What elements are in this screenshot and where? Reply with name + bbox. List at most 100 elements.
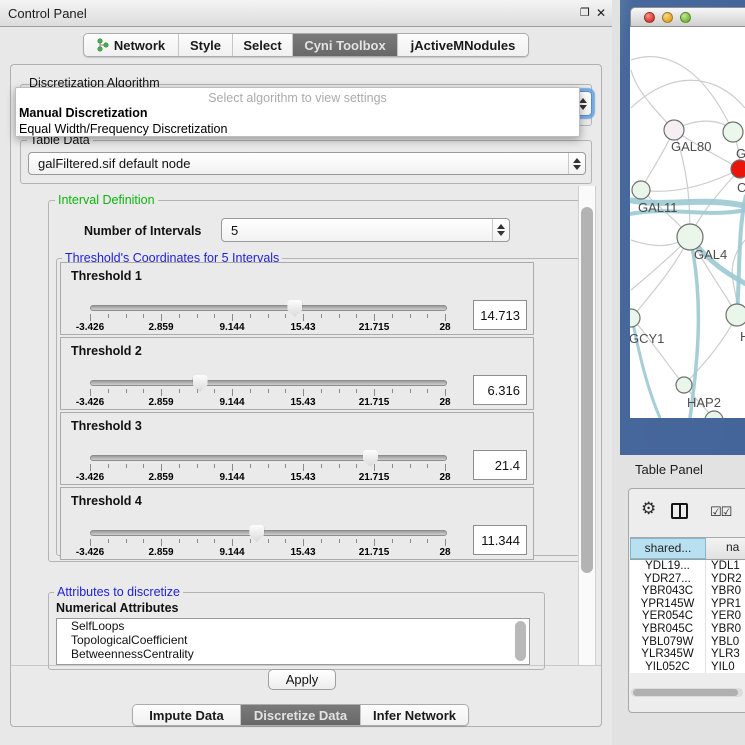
- slider-tick: [427, 389, 428, 393]
- list-scrollbar-thumb[interactable]: [515, 621, 526, 661]
- slider-tick: [90, 314, 91, 321]
- threshold-title: Threshold 1: [71, 269, 142, 283]
- column-header-name[interactable]: na: [706, 538, 745, 559]
- zoom-traffic-light-icon[interactable]: [680, 12, 691, 23]
- threshold-panel: Threshold 3-3.4262.8599.14415.4321.71528…: [60, 412, 534, 485]
- attribute-list-item[interactable]: SelfLoops: [57, 619, 529, 633]
- slider-tick: [108, 464, 109, 468]
- column-header-shared-name[interactable]: shared...: [630, 538, 706, 559]
- tab-network[interactable]: Network: [84, 34, 179, 56]
- cell-shared-name: YDL19...: [630, 560, 706, 573]
- slider-thumb-icon[interactable]: [287, 300, 302, 317]
- slider-thumb-icon[interactable]: [363, 450, 378, 467]
- numerical-attributes-list[interactable]: SelfLoopsTopologicalCoefficientBetweenne…: [56, 618, 530, 665]
- tab-label: Network: [114, 38, 165, 53]
- popup-algorithm-item[interactable]: Manual Discretization: [16, 105, 579, 121]
- slider-tick: [374, 539, 375, 546]
- slider-tick: [90, 464, 91, 471]
- tab-label: Style: [190, 38, 221, 53]
- slider-tick-label: 9.144: [219, 322, 244, 333]
- table-row[interactable]: YDL19...YDL1: [630, 560, 745, 573]
- network-node[interactable]: [632, 181, 650, 199]
- slider-tick: [321, 314, 322, 318]
- network-node-label: GA: [736, 146, 745, 161]
- tab-cyni-toolbox[interactable]: Cyni Toolbox: [293, 34, 398, 56]
- slider-tick-label: 15.43: [290, 322, 315, 333]
- close-icon[interactable]: ✕: [596, 7, 606, 19]
- screen: Control Panel ❐ ✕ Network Style Select C…: [0, 0, 745, 745]
- tab-jactivemnodules[interactable]: jActiveMNodules: [398, 34, 528, 56]
- table-row[interactable]: YIL052CYIL0: [630, 661, 745, 674]
- slider-thumb-icon[interactable]: [249, 525, 264, 542]
- table-row[interactable]: YPR145WYPR1: [630, 598, 745, 611]
- tab-label: Infer Network: [373, 708, 456, 723]
- network-node[interactable]: [630, 309, 640, 327]
- table-row[interactable]: YER054CYER0: [630, 610, 745, 623]
- network-node-label: GCY1: [630, 331, 664, 346]
- network-node[interactable]: [731, 160, 745, 178]
- network-canvas[interactable]: GAL80GACGAL11GAL4GCY1HHAP2: [630, 27, 745, 418]
- network-node[interactable]: [664, 120, 684, 140]
- apply-button[interactable]: Apply: [268, 669, 336, 690]
- threshold-value-field[interactable]: 6.316: [473, 375, 527, 405]
- slider-tick-label: 9.144: [219, 397, 244, 408]
- slider-tick: [392, 539, 393, 543]
- cell-shared-name: YBR043C: [630, 585, 706, 598]
- table-header-row: shared... na: [630, 537, 745, 560]
- gear-icon[interactable]: ⚙: [641, 500, 656, 517]
- popup-algorithm-item[interactable]: Equal Width/Frequency Discretization: [16, 121, 579, 137]
- slider-tick: [197, 389, 198, 393]
- slider-tick: [143, 314, 144, 318]
- tab-discretize-data[interactable]: Discretize Data: [241, 705, 361, 725]
- table-row[interactable]: YBR045CYBR0: [630, 623, 745, 636]
- tab-impute-data[interactable]: Impute Data: [133, 705, 241, 725]
- network-node[interactable]: [723, 122, 743, 142]
- slider-tick-label: 15.43: [290, 547, 315, 558]
- minimize-traffic-light-icon[interactable]: [662, 12, 673, 23]
- slider-tick: [214, 539, 215, 543]
- slider-tick: [392, 314, 393, 318]
- checkbox-pair-icon[interactable]: ☑☑: [710, 504, 731, 520]
- threshold-value-field[interactable]: 14.713: [473, 300, 527, 330]
- panel-scrollbar-thumb[interactable]: [581, 207, 593, 573]
- network-node[interactable]: [726, 304, 745, 326]
- tab-label: Cyni Toolbox: [304, 38, 385, 53]
- slider-track[interactable]: [90, 380, 447, 386]
- top-tab-bar: Network Style Select Cyni Toolbox jActiv…: [83, 33, 529, 57]
- column-layout-icon[interactable]: [671, 503, 688, 519]
- numerical-attributes-label: Numerical Attributes: [56, 601, 178, 615]
- close-traffic-light-icon[interactable]: [644, 12, 655, 23]
- slider-tick: [268, 539, 269, 543]
- table-row[interactable]: YBL079WYBL0: [630, 636, 745, 649]
- number-of-intervals-label: Number of Intervals: [84, 224, 201, 238]
- network-window-titlebar[interactable]: [630, 7, 745, 27]
- tab-select[interactable]: Select: [233, 34, 293, 56]
- attribute-list-item[interactable]: BetweennessCentrality: [57, 647, 529, 661]
- slider-tick: [232, 539, 233, 546]
- float-icon[interactable]: ❐: [580, 7, 590, 19]
- network-node[interactable]: [676, 377, 692, 393]
- cell-name: YBR0: [706, 585, 745, 598]
- slider-tick: [179, 389, 180, 393]
- slider-tick: [268, 389, 269, 393]
- cell-name: YLR3: [706, 648, 745, 661]
- slider-track[interactable]: [90, 530, 447, 536]
- slider-tick: [90, 539, 91, 546]
- slider-thumb-icon[interactable]: [193, 375, 208, 392]
- slider-track[interactable]: [90, 305, 447, 311]
- slider-tick: [214, 389, 215, 393]
- attribute-list-item[interactable]: TopologicalCoefficient: [57, 633, 529, 647]
- tab-infer-network[interactable]: Infer Network: [361, 705, 468, 725]
- slider-tick-label: -3.426: [76, 472, 104, 483]
- slider-track[interactable]: [90, 455, 447, 461]
- table-hscrollbar-thumb[interactable]: [633, 689, 738, 696]
- threshold-value-field[interactable]: 11.344: [473, 525, 527, 555]
- table-row[interactable]: YLR345WYLR3: [630, 648, 745, 661]
- combo-arrows-icon: [492, 219, 509, 241]
- threshold-value-field[interactable]: 21.4: [473, 450, 527, 480]
- number-of-intervals-combobox[interactable]: 5: [221, 218, 510, 242]
- table-row[interactable]: YBR043CYBR0: [630, 585, 745, 598]
- table-row[interactable]: YDR27...YDR2: [630, 573, 745, 586]
- table-data-combobox[interactable]: galFiltered.sif default node: [28, 152, 586, 175]
- tab-style[interactable]: Style: [179, 34, 233, 56]
